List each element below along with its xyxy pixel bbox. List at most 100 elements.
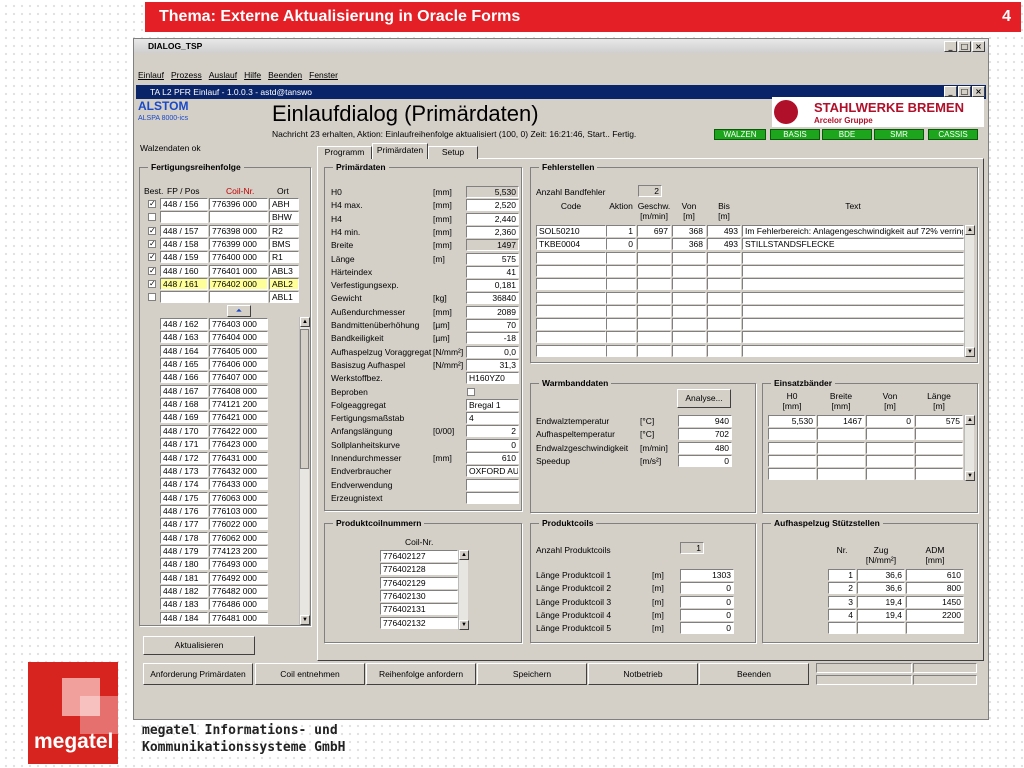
fehler-cell[interactable] bbox=[672, 264, 706, 277]
best-checkbox[interactable]: ✓ bbox=[148, 279, 156, 288]
einsatz-cell[interactable] bbox=[915, 468, 963, 481]
fp-pos-field[interactable]: 448 / 160 bbox=[160, 264, 208, 277]
coil-nr-field[interactable]: 776398 000 bbox=[209, 224, 268, 237]
list-coil-nr[interactable]: 776404 000 bbox=[209, 331, 268, 344]
primaer-value[interactable]: 575 bbox=[466, 252, 519, 265]
inner-close-button[interactable]: × bbox=[972, 86, 985, 97]
fehler-cell[interactable] bbox=[672, 304, 706, 317]
beproben-checkbox[interactable] bbox=[467, 387, 475, 396]
produktcoil-value[interactable]: 0 bbox=[680, 595, 734, 608]
fehler-cell[interactable] bbox=[536, 278, 606, 291]
fp-pos-field[interactable]: 448 / 161 bbox=[160, 277, 208, 290]
move-up-button[interactable]: ⏶ bbox=[227, 305, 251, 317]
list-coil-nr[interactable]: 774121 200 bbox=[209, 398, 268, 411]
minimize-button[interactable]: _ bbox=[944, 41, 957, 52]
close-button[interactable]: × bbox=[972, 41, 985, 52]
status-bde[interactable]: BDE bbox=[822, 129, 872, 140]
fehler-cell[interactable] bbox=[637, 278, 671, 291]
coil-nr-field[interactable] bbox=[209, 211, 268, 224]
fehler-cell[interactable] bbox=[536, 344, 606, 357]
fehler-cell[interactable] bbox=[637, 264, 671, 277]
fehler-cell[interactable] bbox=[637, 251, 671, 264]
list-fp-pos[interactable]: 448 / 171 bbox=[160, 438, 208, 451]
coil-nr-field[interactable]: 776402 000 bbox=[209, 277, 268, 290]
produktcoilnummern-scrollbar[interactable]: ▲ ▼ bbox=[458, 550, 469, 630]
warm-value[interactable]: 0 bbox=[678, 454, 732, 467]
stuetz-cell[interactable]: 610 bbox=[906, 569, 964, 581]
footer-button-4[interactable]: Notbetrieb bbox=[588, 663, 698, 685]
best-checkbox[interactable]: ✓ bbox=[148, 200, 156, 208]
produktcoil-value[interactable]: 0 bbox=[680, 582, 734, 595]
footer-button-0[interactable]: Anforderung Primärdaten bbox=[143, 663, 253, 685]
primaer-value[interactable]: 610 bbox=[466, 452, 519, 464]
ort-field[interactable]: R1 bbox=[269, 251, 299, 264]
fehler-cell[interactable] bbox=[707, 304, 741, 317]
best-checkbox[interactable]: ✓ bbox=[148, 226, 156, 235]
fp-pos-field[interactable] bbox=[160, 291, 208, 304]
warm-value[interactable]: 480 bbox=[678, 441, 732, 454]
list-fp-pos[interactable]: 448 / 164 bbox=[160, 344, 208, 357]
list-coil-nr[interactable]: 776405 000 bbox=[209, 344, 268, 357]
stuetz-cell[interactable]: 2200 bbox=[906, 608, 964, 621]
stuetz-cell[interactable] bbox=[828, 622, 856, 635]
tab-setup[interactable]: Setup bbox=[428, 146, 478, 159]
menu-beenden[interactable]: Beenden bbox=[268, 70, 302, 80]
fehler-cell[interactable] bbox=[672, 344, 706, 357]
stuetz-cell[interactable]: 1450 bbox=[906, 595, 964, 608]
list-coil-nr[interactable]: 776492 000 bbox=[209, 571, 268, 584]
fehler-cell[interactable]: SOL50210 bbox=[536, 225, 606, 237]
einsatz-cell[interactable] bbox=[817, 441, 865, 454]
list-coil-nr[interactable]: 776062 000 bbox=[209, 531, 268, 544]
coil-nr-field[interactable]: 776399 000 bbox=[209, 237, 268, 250]
list-coil-nr[interactable]: 776433 000 bbox=[209, 478, 268, 491]
einsatz-cell[interactable]: 0 bbox=[866, 415, 914, 427]
list-coil-nr[interactable]: 776403 000 bbox=[209, 318, 268, 330]
list-fp-pos[interactable]: 448 / 176 bbox=[160, 504, 208, 517]
status-basis[interactable]: BASIS bbox=[770, 129, 820, 140]
stuetz-cell[interactable]: 19,4 bbox=[857, 608, 905, 621]
einsatz-cell[interactable]: 1467 bbox=[817, 415, 865, 427]
stuetz-cell[interactable] bbox=[906, 622, 964, 635]
list-fp-pos[interactable]: 448 / 173 bbox=[160, 464, 208, 477]
warm-value[interactable]: 702 bbox=[678, 428, 732, 441]
fehler-cell[interactable] bbox=[707, 344, 741, 357]
list-coil-nr[interactable]: 776482 000 bbox=[209, 585, 268, 597]
fehler-cell[interactable] bbox=[672, 278, 706, 291]
fehler-cell[interactable] bbox=[637, 238, 671, 251]
best-checkbox[interactable]: ✓ bbox=[148, 253, 156, 262]
list-fp-pos[interactable]: 448 / 163 bbox=[160, 331, 208, 344]
einsatz-cell[interactable] bbox=[915, 428, 963, 441]
fehler-cell[interactable] bbox=[672, 331, 706, 344]
produktcoil-nr-field[interactable]: 776402127 bbox=[380, 550, 458, 562]
fehler-cell[interactable] bbox=[707, 264, 741, 277]
fehler-cell[interactable] bbox=[637, 304, 671, 317]
menu-prozess[interactable]: Prozess bbox=[171, 70, 202, 80]
fehler-cell[interactable] bbox=[707, 278, 741, 291]
list-fp-pos[interactable]: 448 / 178 bbox=[160, 531, 208, 544]
fertigung-scrollbar[interactable]: ▲ ▼ bbox=[299, 317, 310, 625]
fehler-cell[interactable] bbox=[742, 291, 964, 304]
list-fp-pos[interactable]: 448 / 180 bbox=[160, 558, 208, 571]
primaer-value[interactable]: 41 bbox=[466, 265, 519, 278]
coil-nr-field[interactable]: 776400 000 bbox=[209, 251, 268, 264]
produktcoil-nr-field[interactable]: 776402130 bbox=[380, 589, 458, 602]
list-coil-nr[interactable]: 776407 000 bbox=[209, 371, 268, 384]
primaer-value[interactable]: 31,3 bbox=[466, 358, 519, 371]
list-coil-nr[interactable]: 776421 000 bbox=[209, 411, 268, 424]
fehler-cell[interactable] bbox=[742, 278, 964, 291]
fehler-cell[interactable]: 493 bbox=[707, 238, 741, 251]
fehler-cell[interactable]: 0 bbox=[606, 238, 636, 251]
fehler-cell[interactable] bbox=[637, 318, 671, 331]
fehler-cell[interactable]: TKBE0004 bbox=[536, 238, 606, 251]
tab-primaerdaten[interactable]: Primärdaten bbox=[372, 143, 428, 159]
fp-pos-field[interactable]: 448 / 157 bbox=[160, 224, 208, 237]
list-fp-pos[interactable]: 448 / 165 bbox=[160, 358, 208, 371]
ort-field[interactable]: ABL2 bbox=[269, 277, 299, 290]
einsatz-cell[interactable] bbox=[915, 454, 963, 467]
fehler-cell[interactable] bbox=[742, 331, 964, 344]
fp-pos-field[interactable] bbox=[160, 211, 208, 224]
list-coil-nr[interactable]: 776481 000 bbox=[209, 611, 268, 624]
primaer-value[interactable]: 2,360 bbox=[466, 225, 519, 238]
fehler-cell[interactable] bbox=[536, 264, 606, 277]
tab-programm[interactable]: Programm bbox=[317, 146, 372, 159]
